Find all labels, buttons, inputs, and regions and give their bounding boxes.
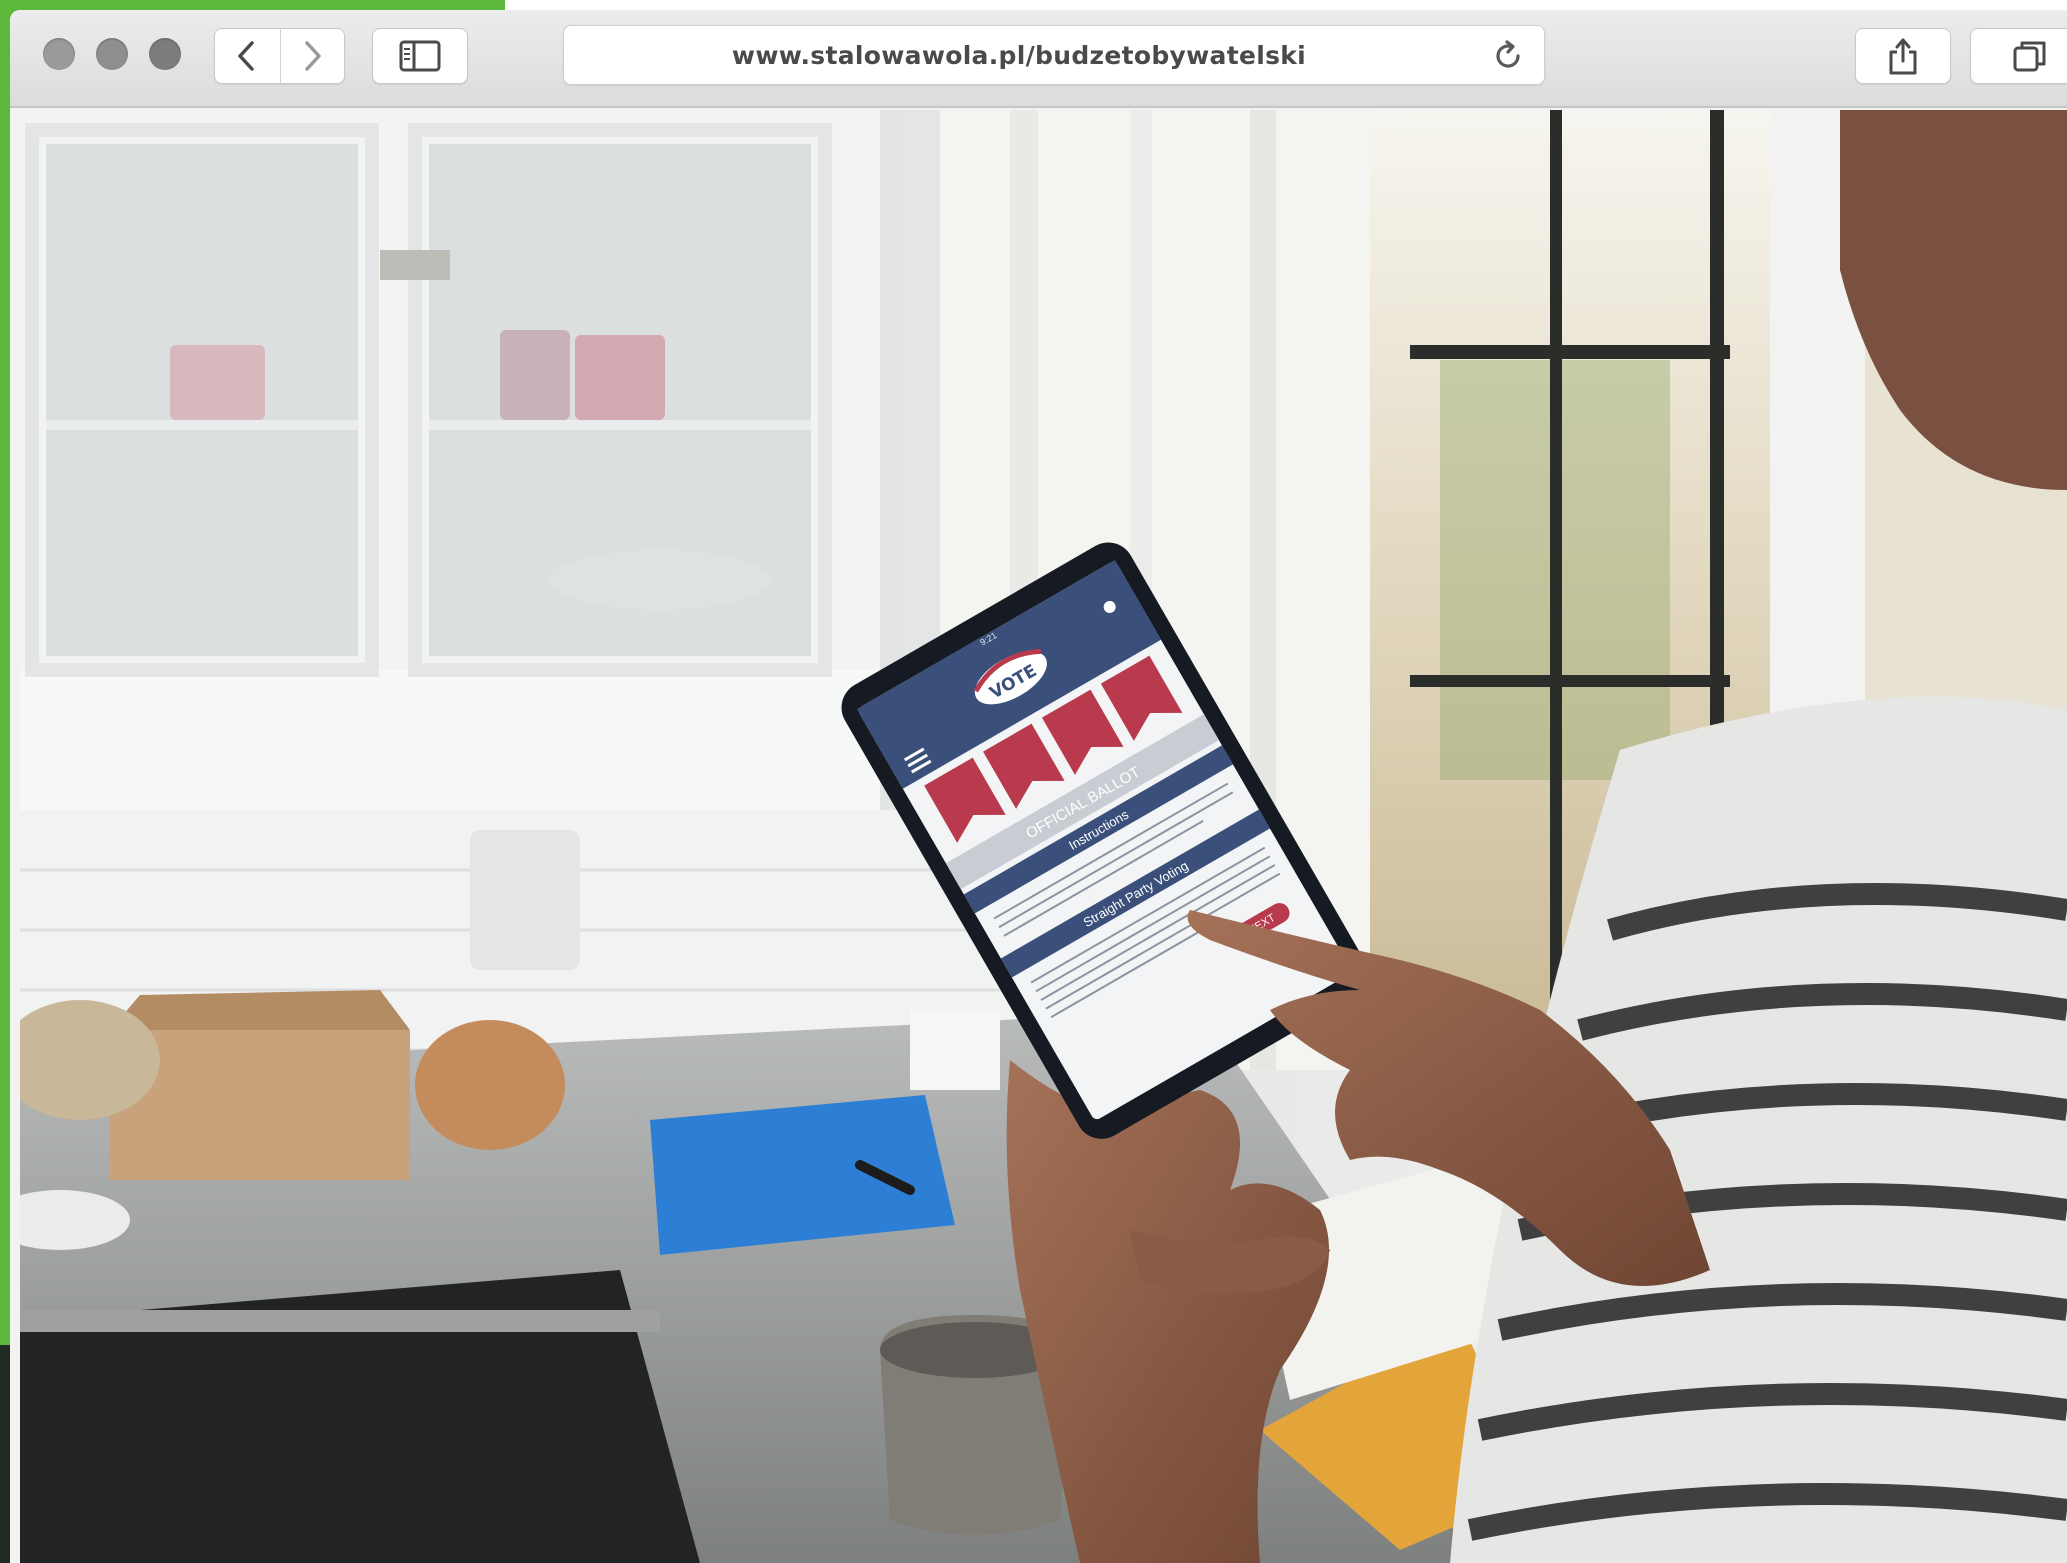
share-button[interactable] <box>1855 28 1951 84</box>
hero-photo-person-voting-on-tablet: 9:21 VOTE OFFICIAL BALLOT Instructions S… <box>20 110 2067 1563</box>
zoom-window-button[interactable] <box>149 38 181 70</box>
chevron-right-icon <box>305 41 321 71</box>
chevron-left-icon <box>238 41 254 71</box>
sidebar-toggle-button[interactable] <box>372 28 468 84</box>
sidebar-icon <box>399 40 441 72</box>
close-window-button[interactable] <box>43 38 75 70</box>
tabs-icon <box>2013 41 2046 72</box>
web-page-content: 9:21 VOTE OFFICIAL BALLOT Instructions S… <box>20 110 2067 1563</box>
share-icon <box>1889 38 1917 75</box>
reload-icon <box>1496 40 1520 68</box>
show-tabs-button[interactable] <box>1970 28 2067 84</box>
minimize-window-button[interactable] <box>96 38 128 70</box>
browser-window: www.stalowawola.pl/budzetobywatelski 9:2… <box>10 10 2067 1563</box>
address-bar[interactable]: www.stalowawola.pl/budzetobywatelski <box>563 25 1545 85</box>
url-text[interactable]: www.stalowawola.pl/budzetobywatelski <box>564 26 1474 86</box>
browser-toolbar: www.stalowawola.pl/budzetobywatelski <box>10 10 2067 108</box>
forward-button[interactable] <box>279 29 345 83</box>
back-button[interactable] <box>215 29 280 83</box>
navigation-buttons <box>214 28 345 84</box>
reload-button[interactable] <box>1490 38 1526 74</box>
